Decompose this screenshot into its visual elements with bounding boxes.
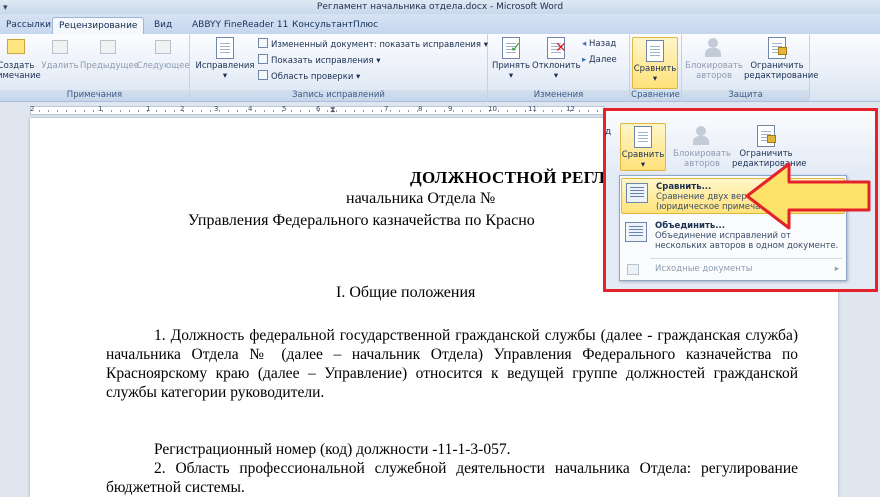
tab-review[interactable]: Рецензирование [52,17,145,34]
overlay-block-authors-button[interactable]: Блокировать авторов [672,125,732,169]
block-authors-button[interactable]: Блокировать авторов [684,37,744,81]
delete-note-icon [49,37,71,59]
paragraph-1: 1. Должность федеральной государственной… [106,327,798,401]
group-notes-label: Примечания [0,90,189,101]
display-mode-icon [258,38,268,48]
group-changes: ✓ Принять ▾ ✕ Отклонить ▾ ◂ Назад ▸ Дале… [488,34,630,102]
group-tracking-label: Запись исправлений [190,90,487,101]
track-changes-icon [214,37,236,59]
prev-note-icon [97,37,119,59]
create-note-button[interactable]: Создать имечание [0,37,41,81]
lock-document-icon [766,37,788,59]
group-protect: Блокировать авторов Ограничить редактиро… [682,34,818,102]
compare-docs-icon [626,183,648,203]
compare-icon [632,126,654,148]
indent-marker-icon[interactable]: ⧗ [330,105,336,115]
review-pane-icon [258,70,268,80]
group-compare: Сравнить ▾ Сравнение [630,34,682,102]
menu-item-source-documents[interactable]: Исходные документы ▸ [621,262,845,278]
users-icon [703,37,725,59]
source-docs-icon [627,264,639,275]
tab-mailings[interactable]: Рассылки [0,17,57,34]
submenu-arrow-icon: ▸ [834,264,839,274]
ribbon: Создать имечание Удалить Предыдущее След… [0,34,880,102]
tab-consultant[interactable]: КонсультантПлюс [286,17,384,34]
show-markup-icon [258,54,268,64]
next-change-button[interactable]: ▸ Далее [582,54,617,66]
arrow-left-icon: ◂ [582,39,587,49]
show-markup-dropdown[interactable]: Показать исправления ▾ [258,54,381,67]
compare-icon [644,40,666,62]
combine-docs-icon [625,222,647,242]
overlay-compare-button[interactable]: Сравнить ▾ [620,123,666,171]
quick-access-icon[interactable]: ▾ [3,1,8,15]
doc-subtitle-2: Управления Федерального казначейства по … [188,212,535,229]
ribbon-tabs: Рассылки Рецензирование Вид ABBYY FineRe… [0,14,880,34]
next-note-button[interactable]: Следующее [136,37,190,71]
restrict-editing-button[interactable]: Ограничить редактирование [744,37,818,81]
tab-abbyy[interactable]: ABBYY FineReader 11 [186,17,294,34]
title-bar: ▾ Регламент начальника отдела.docx - Mic… [0,0,880,14]
next-note-icon [152,37,174,59]
track-changes-button[interactable]: Исправления ▾ [194,37,256,81]
group-protect-label: Защита [682,90,809,101]
paragraph-3: 2. Область профессиональной служебной де… [106,460,798,496]
delete-note-button[interactable]: Удалить [40,37,80,71]
display-mode-dropdown[interactable]: Измененный документ: показать исправлени… [258,38,488,51]
reject-button[interactable]: ✕ Отклонить ▾ [532,37,580,81]
accept-icon: ✓ [500,37,522,59]
window-title: Регламент начальника отдела.docx - Micro… [316,2,564,12]
reject-icon: ✕ [545,37,567,59]
callout-arrow [745,162,871,230]
accept-button[interactable]: ✓ Принять ▾ [490,37,532,81]
prev-note-button[interactable]: Предыдущее [80,37,139,71]
section-heading: I. Общие положения [336,284,476,301]
paragraph-2: Регистрационный номер (код) должности -1… [154,441,511,458]
group-tracking: Исправления ▾ Измененный документ: показ… [190,34,488,102]
doc-subtitle: начальника Отдела № [346,190,496,207]
arrow-right-icon: ▸ [582,55,587,65]
users-icon [691,125,713,147]
group-notes: Создать имечание Удалить Предыдущее След… [0,34,190,102]
group-compare-label: Сравнение [630,90,681,101]
partial-label: д [605,127,612,137]
compare-button[interactable]: Сравнить ▾ [632,37,678,89]
group-changes-label: Изменения [488,90,629,101]
tab-view[interactable]: Вид [148,17,178,34]
prev-change-button[interactable]: ◂ Назад [582,38,616,50]
lock-document-icon [755,125,777,147]
new-note-icon [5,37,27,59]
review-pane-dropdown[interactable]: Область проверки ▾ [258,70,360,83]
